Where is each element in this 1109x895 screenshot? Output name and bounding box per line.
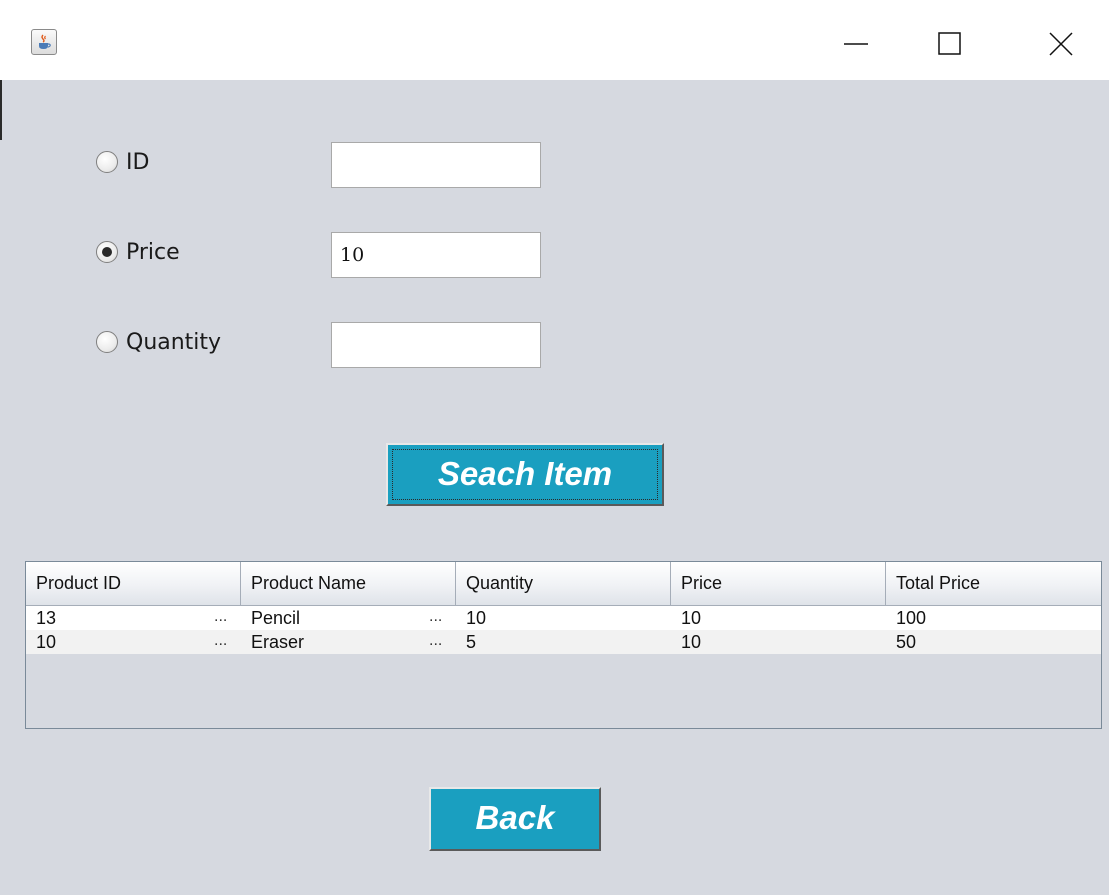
table-row[interactable]: 13 ... Pencil ... 10 10 100 (26, 606, 1101, 630)
close-button[interactable] (1041, 24, 1081, 64)
column-header-price[interactable]: Price (671, 562, 886, 605)
results-table[interactable]: Product ID Product Name Quantity Price T… (25, 561, 1102, 729)
cell-price: 10 (681, 608, 702, 628)
cell-truncation: ... (214, 632, 228, 649)
column-header-total-price[interactable]: Total Price (886, 562, 1101, 605)
radio-price-indicator[interactable] (96, 241, 118, 263)
quantity-input[interactable] (331, 322, 541, 368)
radio-price-label: Price (126, 239, 180, 265)
window-edge (0, 80, 2, 140)
maximize-button[interactable] (930, 24, 970, 64)
radio-id[interactable]: ID (96, 142, 149, 182)
table-row[interactable]: 10 ... Eraser ... 5 10 50 (26, 630, 1101, 654)
column-header-product-name[interactable]: Product Name (241, 562, 456, 605)
radio-quantity-indicator[interactable] (96, 331, 118, 353)
minimize-icon (844, 43, 868, 45)
cell-price: 10 (681, 632, 702, 652)
search-item-button-label: Seach Item (437, 455, 613, 492)
search-item-button[interactable]: Seach Item (386, 443, 664, 506)
radio-quantity-label: Quantity (126, 329, 222, 355)
price-input[interactable]: 10 (331, 232, 541, 278)
cell-truncation: ... (429, 632, 443, 649)
title-bar[interactable] (0, 0, 1109, 80)
cell-total-price: 100 (896, 608, 927, 628)
cell-truncation: ... (214, 608, 228, 625)
back-button[interactable]: Back (429, 787, 601, 851)
cell-product-id: 10 (36, 632, 57, 652)
radio-quantity[interactable]: Quantity (96, 322, 221, 362)
radio-id-indicator[interactable] (96, 151, 118, 173)
cell-total-price: 50 (896, 632, 917, 652)
minimize-button[interactable] (836, 24, 876, 64)
app-window: ID Price 10 Quantity Seach Item Product … (0, 0, 1109, 895)
cell-truncation: ... (429, 608, 443, 625)
radio-price[interactable]: Price (96, 232, 180, 272)
id-input[interactable] (331, 142, 541, 188)
cell-product-name: Pencil (251, 608, 301, 628)
table-header: Product ID Product Name Quantity Price T… (26, 562, 1101, 606)
radio-id-label: ID (126, 149, 150, 175)
java-cup-icon[interactable] (31, 29, 57, 55)
column-header-product-id[interactable]: Product ID (26, 562, 241, 605)
back-button-label: Back (475, 799, 555, 836)
cell-quantity: 5 (466, 632, 477, 652)
maximize-icon (938, 32, 961, 55)
column-header-quantity[interactable]: Quantity (456, 562, 671, 605)
cell-quantity: 10 (466, 608, 487, 628)
cell-product-id: 13 (36, 608, 57, 628)
close-icon (1049, 32, 1073, 56)
cell-product-name: Eraser (251, 632, 305, 652)
